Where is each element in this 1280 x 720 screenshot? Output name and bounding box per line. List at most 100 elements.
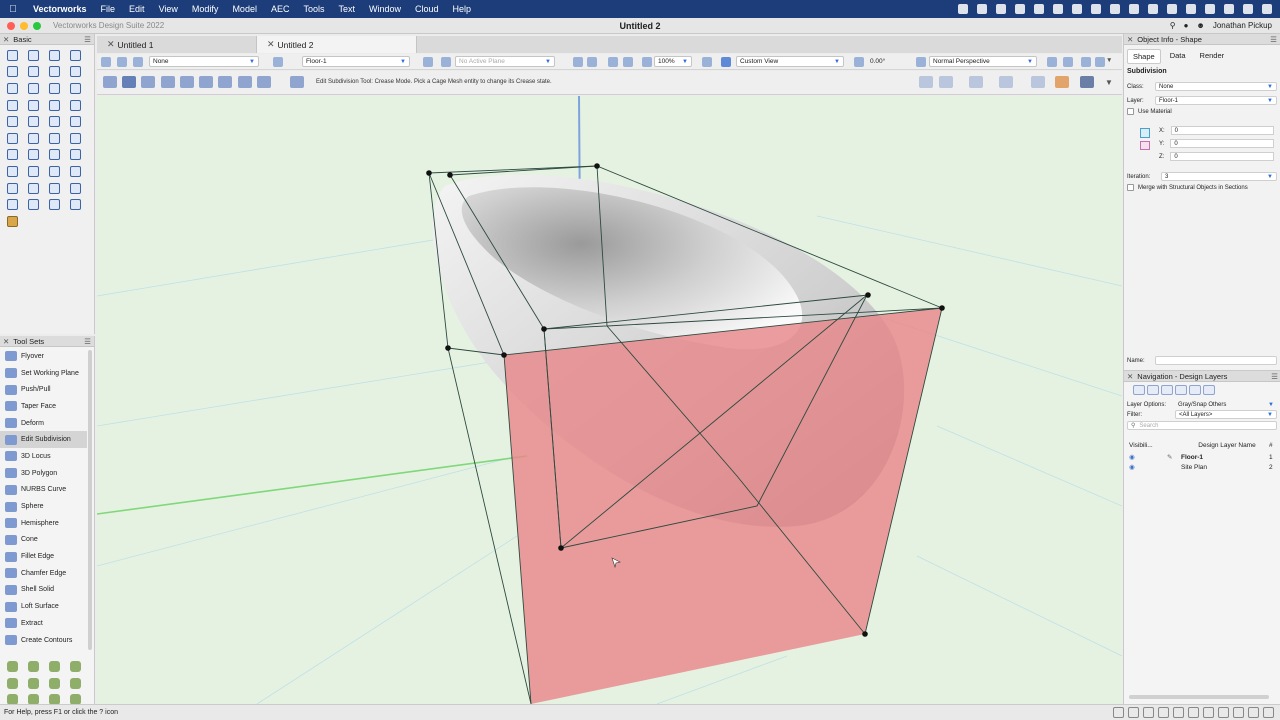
- tool-item[interactable]: Taper Face: [0, 398, 87, 415]
- menu-help[interactable]: Help: [446, 4, 479, 14]
- classes-icon[interactable]: [1133, 385, 1145, 395]
- screen-record-icon[interactable]: [958, 4, 968, 14]
- close-icon[interactable]: ✕: [1127, 372, 1133, 381]
- tool-set-scrollbar[interactable]: [88, 350, 92, 650]
- tool-set-button[interactable]: [44, 675, 65, 692]
- basic-tool[interactable]: [65, 64, 86, 81]
- insert-mode-icon[interactable]: [161, 76, 175, 88]
- basic-tool[interactable]: [65, 180, 86, 197]
- layer-icon[interactable]: [273, 57, 283, 67]
- smart-point-icon[interactable]: [969, 76, 983, 88]
- tool-item[interactable]: Set Working Plane: [0, 365, 87, 382]
- close-icon[interactable]: ✕: [3, 337, 9, 346]
- y-field[interactable]: 0: [1170, 139, 1274, 148]
- user-name[interactable]: Jonathan Pickup: [1213, 21, 1272, 30]
- search-icon[interactable]: ⚲: [1170, 21, 1176, 30]
- tool-item[interactable]: Cone: [0, 532, 87, 549]
- basic-tool[interactable]: [2, 147, 23, 164]
- active-class-select[interactable]: None ▼: [149, 56, 259, 67]
- tool-item[interactable]: Extract: [0, 615, 87, 632]
- previous-view-icon[interactable]: [608, 57, 618, 67]
- standard-view-select[interactable]: Custom View ▼: [736, 56, 844, 67]
- basic-tool[interactable]: [44, 163, 65, 180]
- zoom-icon[interactable]: [587, 57, 597, 67]
- close-icon[interactable]: ✕: [3, 35, 9, 44]
- tool-set-button[interactable]: [65, 658, 86, 675]
- crease-mode-icon[interactable]: [122, 76, 136, 88]
- zoom-icon[interactable]: [1143, 707, 1154, 718]
- standard-view-icon[interactable]: [721, 57, 731, 67]
- basic-tool[interactable]: [65, 130, 86, 147]
- delete-mode-icon[interactable]: [180, 76, 194, 88]
- palette-menu-icon[interactable]: ☰: [84, 35, 91, 44]
- tool-set-button[interactable]: [23, 658, 44, 675]
- clock-icon[interactable]: [1186, 4, 1196, 14]
- use-material-checkbox[interactable]: [1127, 108, 1134, 115]
- fit-to-window-icon[interactable]: [573, 57, 583, 67]
- position-grid-icon[interactable]: [1140, 128, 1150, 138]
- tool-item[interactable]: Edit Subdivision: [0, 431, 87, 449]
- split-mode-icon[interactable]: [238, 76, 252, 88]
- snap-surface-icon[interactable]: [1031, 76, 1045, 88]
- tab-render[interactable]: Render: [1195, 49, 1230, 64]
- basic-tool[interactable]: [2, 80, 23, 97]
- snap-points-icon[interactable]: [1218, 707, 1229, 718]
- clip-cube-icon[interactable]: [1095, 57, 1105, 67]
- col-design-layer-name[interactable]: Design Layer Name: [1185, 442, 1269, 449]
- basic-tool[interactable]: [23, 47, 44, 64]
- next-view-icon[interactable]: [623, 57, 633, 67]
- basic-tool[interactable]: [23, 163, 44, 180]
- back-icon[interactable]: [101, 57, 111, 67]
- search-icon[interactable]: [1224, 4, 1234, 14]
- vpn-icon[interactable]: [1072, 4, 1082, 14]
- flip-icon[interactable]: [1140, 141, 1150, 150]
- layer-row-site-plan[interactable]: ◉ Site Plan 2: [1129, 463, 1275, 472]
- tool-item[interactable]: Chamfer Edge: [0, 565, 87, 582]
- tool-set-button[interactable]: [23, 675, 44, 692]
- basic-tool[interactable]: [44, 97, 65, 114]
- drawing-area[interactable]: [97, 96, 1122, 704]
- menu-modify[interactable]: Modify: [185, 4, 226, 14]
- chevron-down-icon[interactable]: ▼: [1106, 57, 1112, 64]
- close-tab-icon[interactable]: ✕: [107, 39, 115, 50]
- snap-grid-icon[interactable]: [1080, 76, 1094, 88]
- menu-tools[interactable]: Tools: [296, 4, 331, 14]
- basic-tool[interactable]: [2, 196, 23, 213]
- references-icon[interactable]: [1203, 385, 1215, 395]
- basic-tool[interactable]: [44, 180, 65, 197]
- snap-loci-icon[interactable]: [1113, 707, 1124, 718]
- snap-settings-icon[interactable]: [939, 76, 953, 88]
- basic-tool[interactable]: [44, 47, 65, 64]
- snap-edges-icon[interactable]: [1173, 707, 1184, 718]
- working-plane-icon[interactable]: [423, 57, 433, 67]
- snap-tangent-icon[interactable]: [1055, 76, 1069, 88]
- basic-tool[interactable]: [44, 196, 65, 213]
- class-icon[interactable]: [133, 57, 143, 67]
- basic-tool[interactable]: [65, 196, 86, 213]
- chevron-down-icon[interactable]: ▼: [1105, 78, 1113, 87]
- cloud-icon[interactable]: [996, 4, 1006, 14]
- basic-tool[interactable]: [44, 113, 65, 130]
- col-number[interactable]: #: [1269, 442, 1275, 449]
- basic-tool[interactable]: [2, 130, 23, 147]
- tool-item[interactable]: Loft Surface: [0, 598, 87, 615]
- fit-icon[interactable]: [1128, 707, 1139, 718]
- basic-tool[interactable]: [23, 64, 44, 81]
- snap-distance-icon[interactable]: [1203, 707, 1214, 718]
- palette-menu-icon[interactable]: ☰: [84, 337, 91, 346]
- basic-tool[interactable]: [23, 147, 44, 164]
- basic-tool[interactable]: [65, 47, 86, 64]
- layer-select[interactable]: Floor-1 ▼: [1155, 96, 1277, 105]
- menu-window[interactable]: Window: [362, 4, 408, 14]
- user-icon[interactable]: ☻: [1196, 21, 1204, 30]
- projection-select[interactable]: Normal Perspective ▼: [929, 56, 1037, 67]
- saved-views-icon[interactable]: [1189, 385, 1201, 395]
- tool-item[interactable]: Shell Solid: [0, 582, 87, 599]
- iteration-select[interactable]: 3 ▼: [1161, 172, 1277, 181]
- menu-edit[interactable]: Edit: [122, 4, 152, 14]
- subdivision-preferences-icon[interactable]: [290, 76, 304, 88]
- basic-tool[interactable]: [23, 180, 44, 197]
- tool-item[interactable]: NURBS Curve: [0, 482, 87, 499]
- menu-app[interactable]: Vectorworks: [26, 4, 94, 14]
- basic-tool[interactable]: [65, 147, 86, 164]
